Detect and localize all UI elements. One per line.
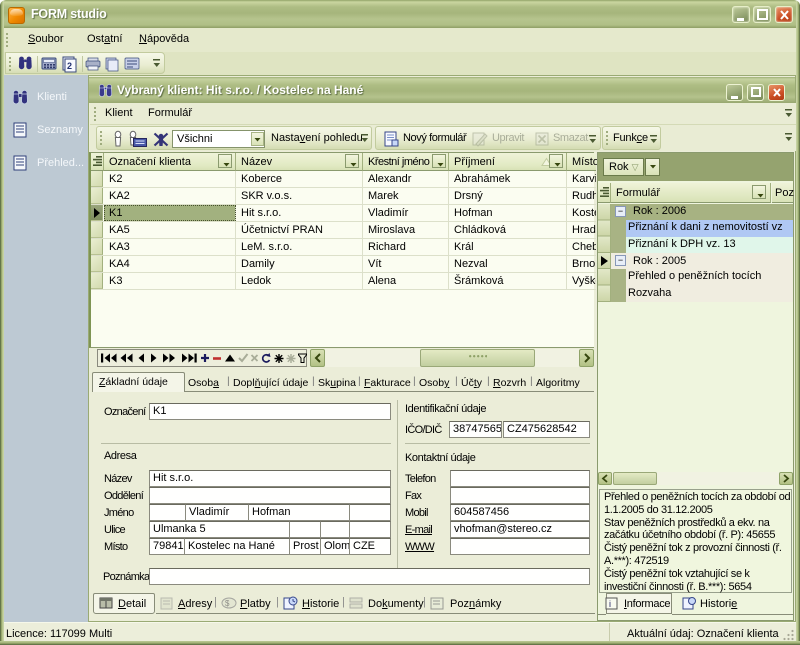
svg-text:i: i bbox=[609, 599, 611, 609]
svg-text:2: 2 bbox=[67, 61, 72, 71]
svg-text:$: $ bbox=[225, 599, 230, 608]
